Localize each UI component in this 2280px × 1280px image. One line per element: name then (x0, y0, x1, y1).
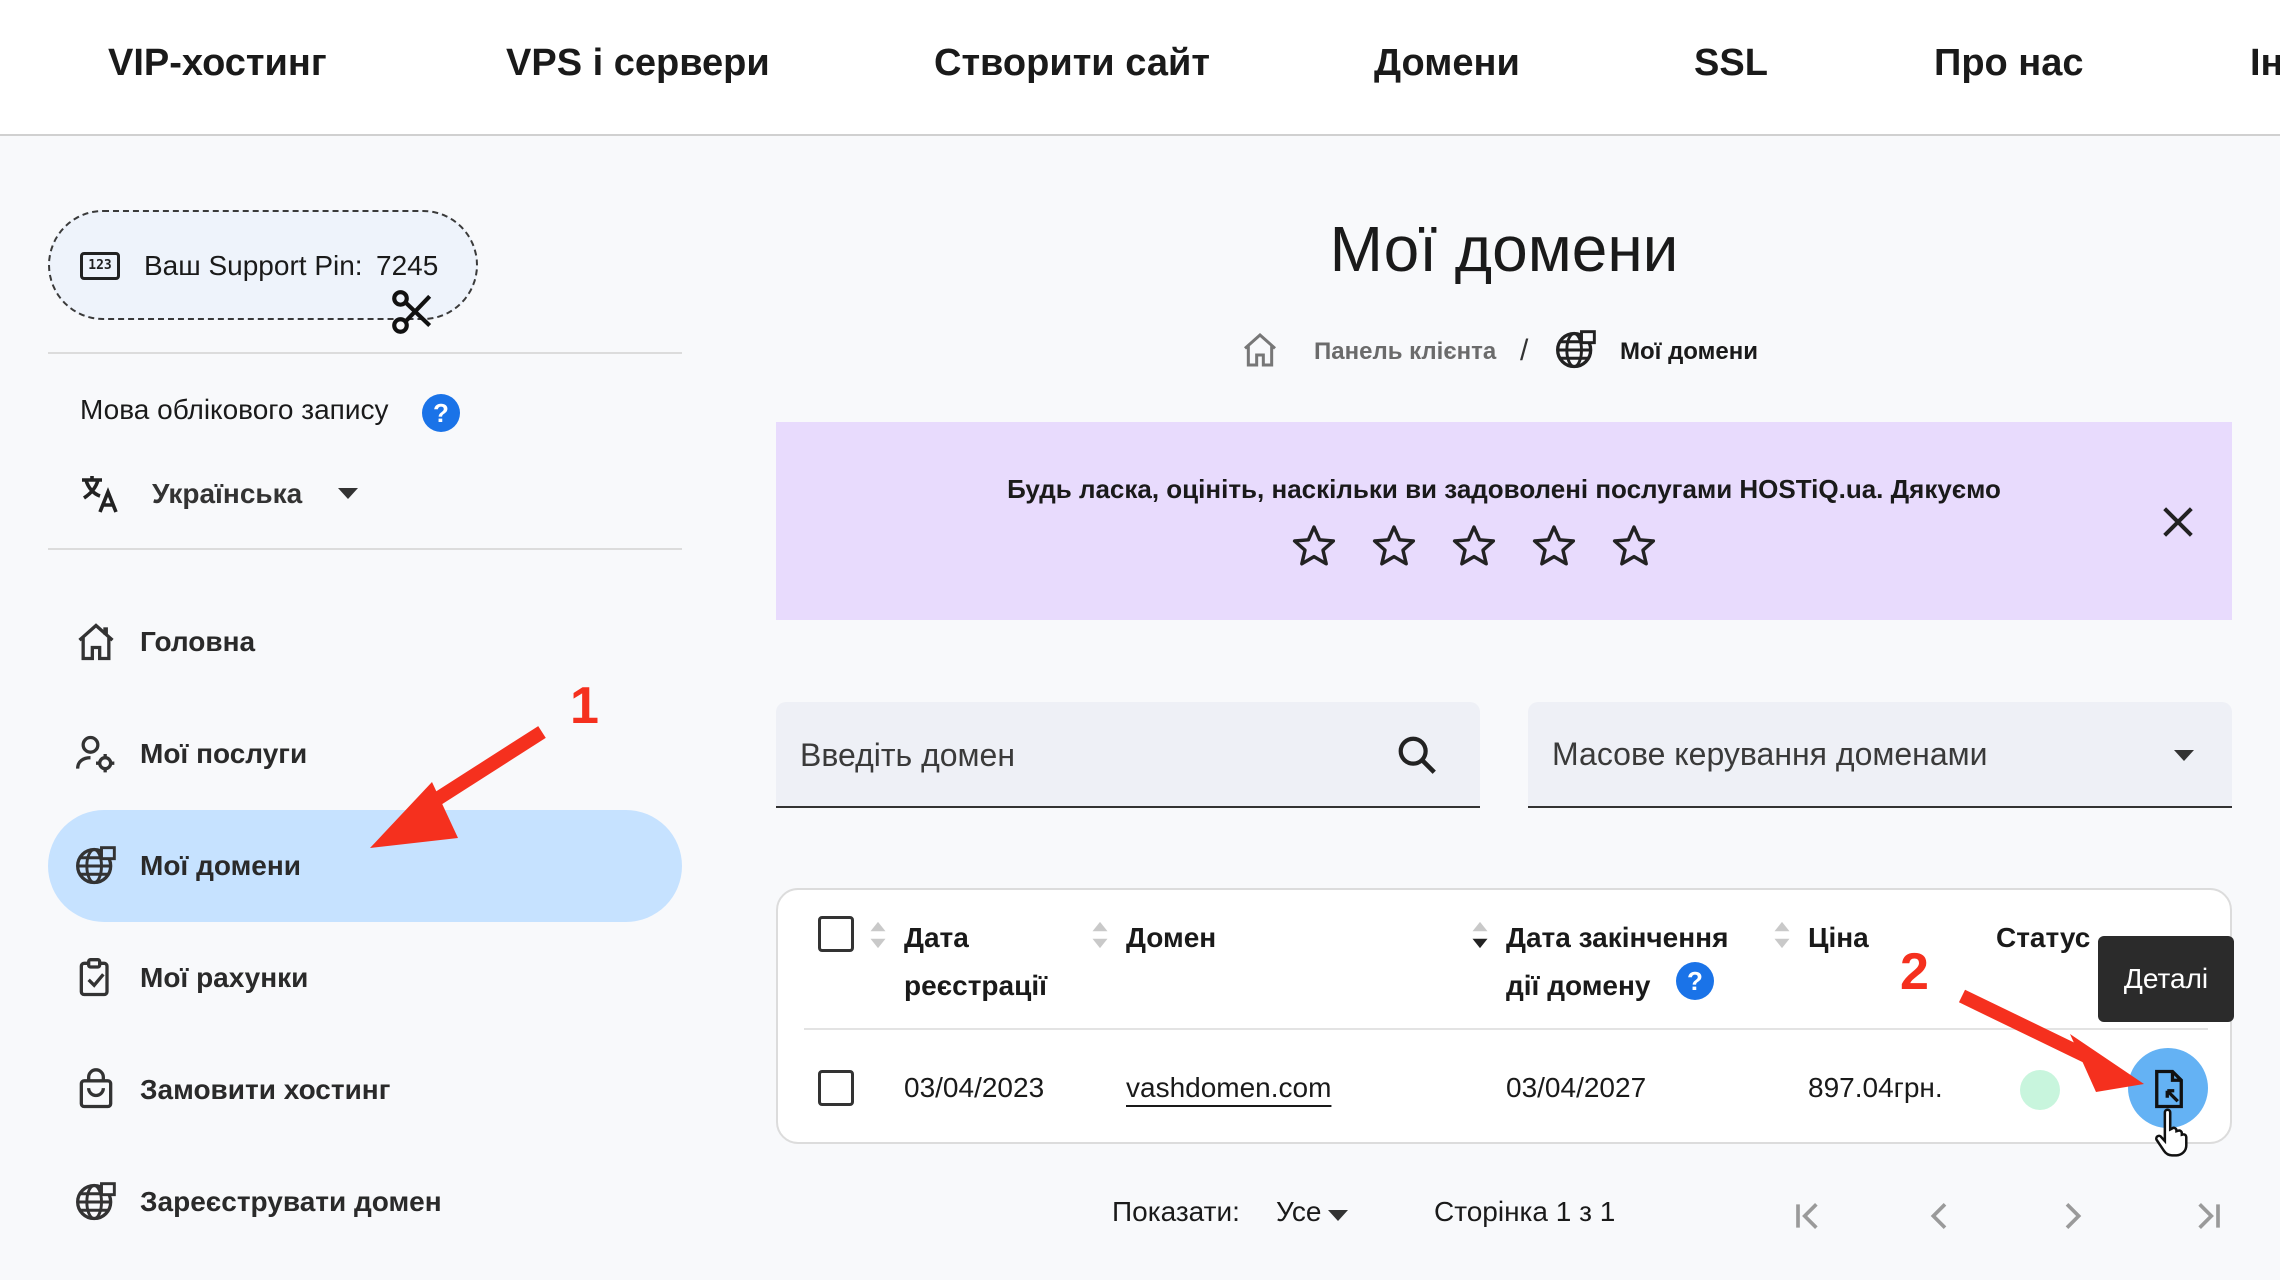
page-size-select[interactable]: Усе (1276, 1196, 1360, 1236)
domain-search-field (776, 702, 1480, 808)
nav-vip-hosting[interactable]: VIP-хостинг (108, 42, 327, 85)
nav-create-site[interactable]: Створити сайт (934, 42, 1210, 85)
sort-icon[interactable] (1772, 920, 1792, 950)
nav-more[interactable]: Ін (2250, 42, 2280, 85)
translate-icon (82, 476, 118, 513)
sidebar-item-label: Головна (140, 626, 256, 657)
expiration-help-icon[interactable]: ? (1676, 962, 1714, 1000)
language-help-icon[interactable]: ? (422, 394, 460, 432)
show-label: Показати: (1112, 1196, 1240, 1227)
scissors-icon (392, 290, 432, 334)
expiration-date-cell: 03/04/2027 (1506, 1072, 1647, 1103)
pagination: Показати: Усе Сторінка 1 з 1 (0, 1186, 2280, 1246)
column-header-domain[interactable]: Домен (1126, 914, 1216, 962)
support-pin-label: Ваш Support Pin: (144, 250, 363, 281)
pin-number-icon: 123 (80, 252, 120, 280)
column-header-status: Статус (1996, 922, 2091, 953)
page-info: Сторінка 1 з 1 (1434, 1196, 1616, 1227)
nav-vps-servers[interactable]: VPS і сервери (506, 42, 770, 85)
star-icon[interactable] (1370, 522, 1418, 570)
top-navigation: VIP-хостинг VPS і сервери Створити сайт … (0, 0, 2280, 136)
sidebar-item-label: Мої рахунки (140, 962, 309, 993)
sidebar-divider (48, 548, 682, 550)
nav-about[interactable]: Про нас (1934, 42, 2084, 85)
column-header-price[interactable]: Ціна (1808, 914, 1869, 962)
details-tooltip: Деталі (2098, 936, 2234, 1022)
annotation-step-1: 1 (570, 677, 599, 735)
header-text: Дата (904, 922, 969, 953)
globe-icon (1556, 330, 1596, 369)
star-icon[interactable] (1450, 522, 1498, 570)
home-icon (78, 623, 114, 661)
registration-date-cell: 03/04/2023 (904, 1072, 1045, 1103)
first-page-icon[interactable] (1788, 1196, 1828, 1236)
star-icon[interactable] (1530, 522, 1578, 570)
user-gear-icon (76, 735, 115, 773)
chevron-down-icon (2174, 750, 2194, 761)
clipboard-check-icon (79, 958, 109, 997)
rating-banner: Будь ласка, оцініть, наскільки ви задово… (776, 422, 2232, 620)
close-icon[interactable] (2158, 502, 2198, 542)
language-title: Мова облікового запису (80, 394, 389, 425)
nav-domains[interactable]: Домени (1374, 42, 1520, 85)
breadcrumb-current: Мої домени (1620, 338, 1758, 365)
shopping-bag-icon (79, 1068, 113, 1109)
price-cell: 897.04грн. (1808, 1072, 1943, 1103)
previous-page-icon[interactable] (1920, 1196, 1960, 1236)
chevron-down-icon (1328, 1210, 1348, 1221)
sort-icon[interactable] (868, 920, 888, 950)
breadcrumb-home-link[interactable]: Панель клієнта (1314, 338, 1496, 366)
globe-icon (76, 846, 116, 885)
sidebar-item-label: Мої послуги (140, 738, 308, 769)
breadcrumb-separator: / (1520, 334, 1529, 367)
home-icon[interactable] (1240, 330, 1280, 370)
header-text: Дата закінчення (1506, 922, 1729, 953)
support-pin-value: 7245 (376, 250, 439, 281)
status-indicator (2020, 1070, 2060, 1110)
sort-desc-icon[interactable] (1470, 920, 1490, 950)
header-divider (804, 1028, 2208, 1030)
star-icon[interactable] (1610, 522, 1658, 570)
sidebar-item-domains[interactable]: Мої домени (48, 810, 682, 922)
rating-text: Будь ласка, оцініть, наскільки ви задово… (1007, 474, 2001, 504)
header-text: дії домену (1506, 970, 1651, 1001)
last-page-icon[interactable] (2188, 1196, 2228, 1236)
next-page-icon[interactable] (2052, 1196, 2092, 1236)
column-header-registration-date[interactable]: Дата реєстрації (904, 914, 1047, 1010)
sidebar-item-label: Мої домени (140, 850, 301, 881)
row-checkbox[interactable] (818, 1070, 854, 1106)
sidebar-item-invoices[interactable]: Мої рахунки (48, 922, 682, 1034)
language-value: Українська (152, 478, 303, 509)
language-select[interactable]: Українська (76, 468, 376, 520)
select-all-checkbox[interactable] (818, 916, 854, 952)
page-size-value: Усе (1276, 1196, 1322, 1227)
domains-table: Дата реєстрації Домен Дата закінчення ді… (776, 888, 2232, 1144)
header-text: реєстрації (904, 970, 1047, 1001)
hand-cursor-icon (2155, 1108, 2188, 1157)
star-icon[interactable] (1290, 522, 1338, 570)
bulk-domain-management-select[interactable]: Масове керування доменами (1528, 702, 2232, 808)
domain-search-input[interactable] (800, 730, 1360, 780)
nav-ssl[interactable]: SSL (1694, 42, 1768, 85)
sidebar-item-label: Замовити хостинг (140, 1074, 391, 1105)
page-title: Мої домени (1329, 213, 1679, 285)
sidebar-divider (48, 352, 682, 354)
sort-icon[interactable] (1090, 920, 1110, 950)
support-pin-card[interactable]: 123 Ваш Support Pin: 7245 (48, 210, 478, 334)
chevron-down-icon (338, 488, 358, 499)
search-icon[interactable] (1394, 732, 1440, 778)
sidebar-item-order-hosting[interactable]: Замовити хостинг (48, 1034, 682, 1146)
document-open-icon (2155, 1069, 2183, 1109)
annotation-step-2: 2 (1900, 943, 1929, 1001)
bulk-select-label: Масове керування доменами (1552, 736, 1988, 772)
domain-link[interactable]: vashdomen.com (1126, 1072, 1331, 1104)
